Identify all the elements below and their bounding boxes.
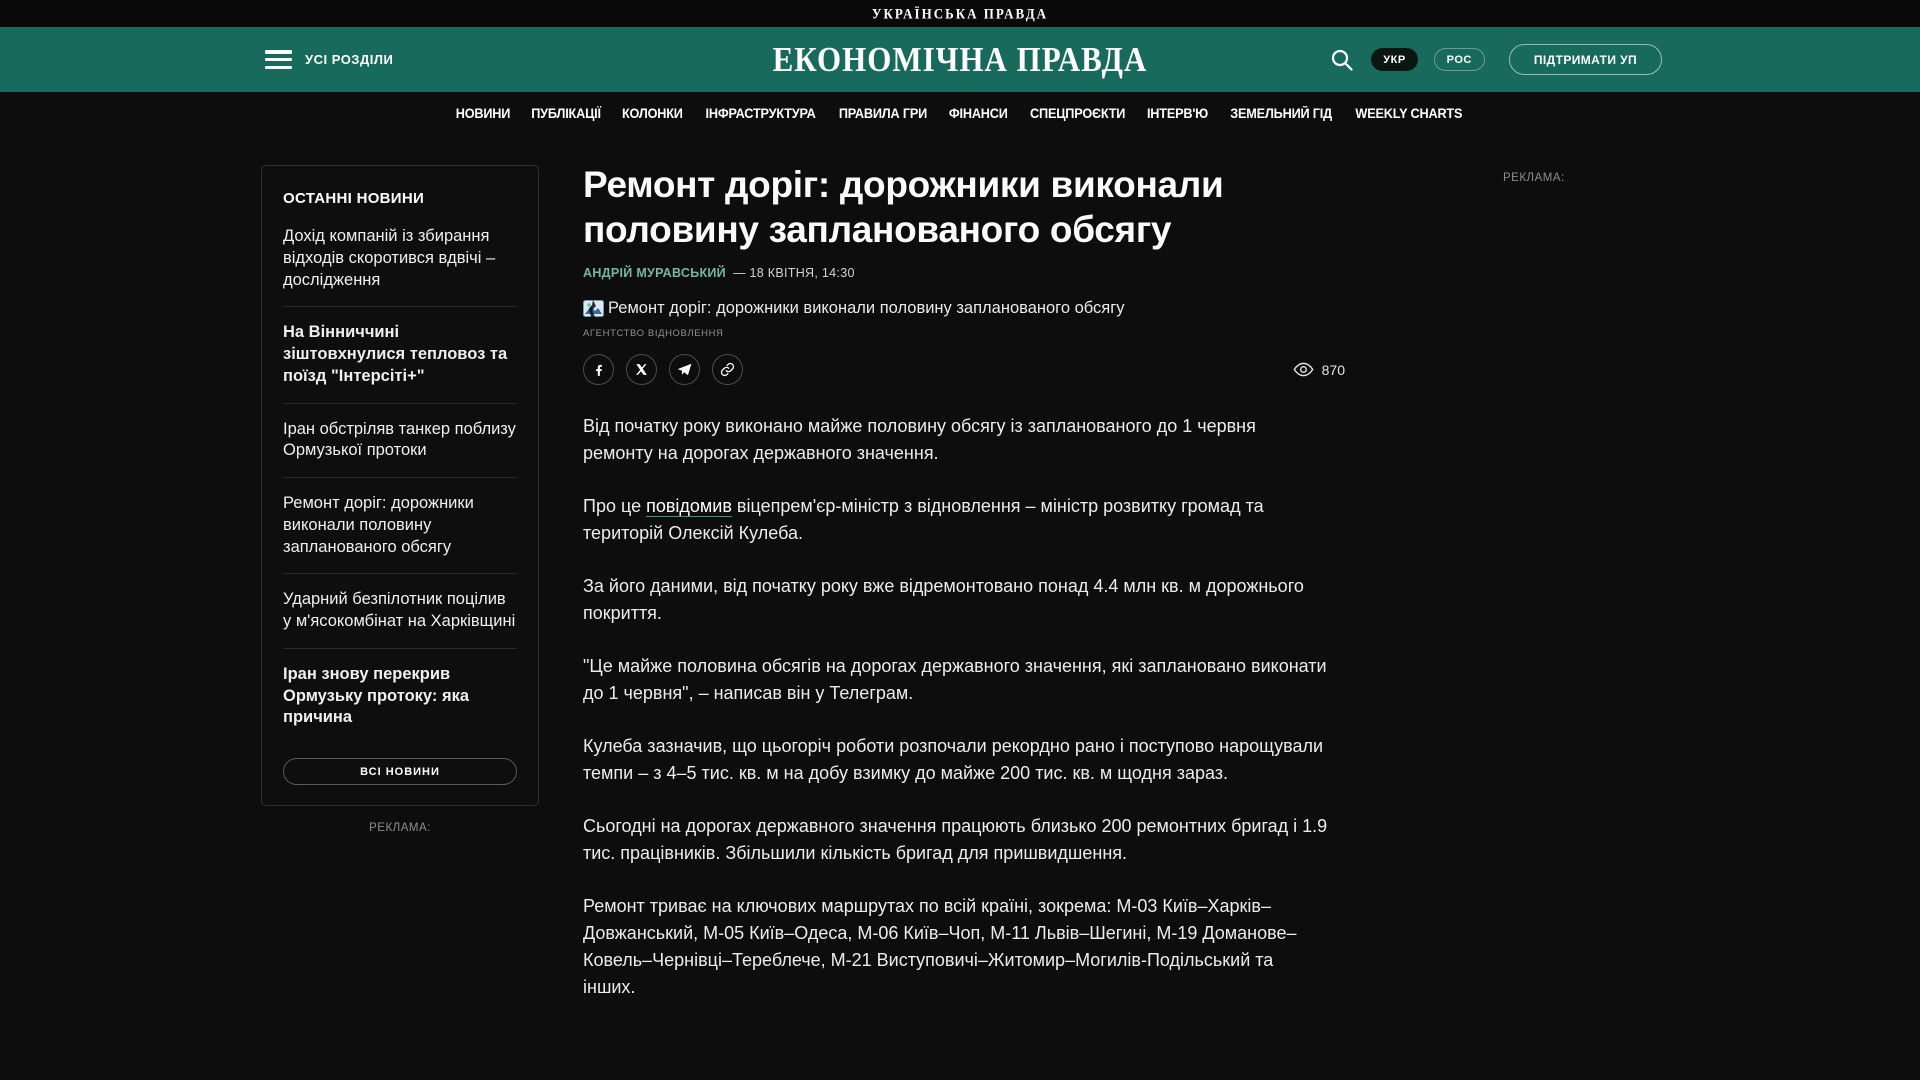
nav-item[interactable]: ПУБЛІКАЦІЇ xyxy=(531,106,601,121)
eye-icon xyxy=(1293,362,1314,377)
view-counter: 870 xyxy=(1293,362,1345,378)
ad-label-right: РЕКЛАМА: xyxy=(1503,172,1565,184)
nav-item[interactable]: ЗЕМЕЛЬНИЙ ГІД xyxy=(1230,106,1332,121)
sidebar-news-item[interactable]: Ремонт доріг: дорожники виконали половин… xyxy=(283,478,517,573)
search-button[interactable] xyxy=(1329,47,1355,73)
byline: АНДРІЙ МУРАВСЬКИЙ — 18 КВІТНЯ, 14:30 xyxy=(583,266,1345,280)
link-icon xyxy=(720,362,735,377)
publish-date: — 18 КВІТНЯ, 14:30 xyxy=(732,266,855,281)
article-figure: Ремонт доріг: дорожники виконали половин… xyxy=(583,299,1345,318)
lang-toggle-ukr[interactable]: УКР xyxy=(1371,48,1418,71)
sidebar-news-item[interactable]: Ударний безпілотник поцілив у м'ясокомбі… xyxy=(283,574,517,648)
author-link[interactable]: АНДРІЙ МУРАВСЬКИЙ xyxy=(583,266,726,280)
nav-item[interactable]: НОВИНИ xyxy=(456,106,511,121)
article-paragraph: Сьогодні на дорогах державного значення … xyxy=(583,816,1328,864)
x-share-button[interactable] xyxy=(626,354,657,386)
nav-item[interactable]: WEEKLY CHARTS xyxy=(1355,106,1462,121)
nav-item[interactable]: СПЕЦПРОЄКТИ xyxy=(1030,106,1125,121)
telegram-icon xyxy=(677,363,692,377)
article-paragraph: "Це майже половина обсягів на дорогах де… xyxy=(583,656,1327,704)
article-title: Ремонт доріг: дорожники виконали половин… xyxy=(583,164,1224,251)
nav-item[interactable]: ПРАВИЛА ГРИ xyxy=(839,106,927,121)
article-body: Від початку року виконано майже половину… xyxy=(583,413,1328,1001)
sidebar-news-item[interactable]: На Вінниччині зіштовхнулися тепловоз та … xyxy=(283,307,517,402)
nav-item[interactable]: ІНТЕРВ'Ю xyxy=(1147,106,1208,121)
broken-image-icon xyxy=(583,300,604,318)
sidebar-title: ОСТАННІ НОВИНИ xyxy=(283,190,425,207)
nav-item[interactable]: ІНФРАСТРУКТУРА xyxy=(705,106,815,121)
article: Ремонт доріг: дорожники виконали половин… xyxy=(583,162,1345,1027)
article-paragraph: Від початку року виконано майже половину… xyxy=(583,416,1256,464)
x-icon xyxy=(635,363,648,376)
article-paragraph: Кулеба зазначив, що цьогоріч роботи розп… xyxy=(583,736,1324,784)
image-caption: АГЕНТСТВО ВІДНОВЛЕННЯ xyxy=(583,328,724,340)
image-alt-text: Ремонт доріг: дорожники виконали половин… xyxy=(608,299,1125,318)
ekonomichna-pravda-logo[interactable]: ЕКОНОМІЧНА ПРАВДА xyxy=(773,39,1148,79)
search-icon xyxy=(1332,49,1353,71)
ukrainska-pravda-logo[interactable]: УКРАЇНСЬКА ПРАВДА xyxy=(872,4,1048,22)
support-up-button[interactable]: ПІДТРИМАТИ УП xyxy=(1508,44,1662,75)
site-header: УСІ РОЗДІЛИ ЕКОНОМІЧНА ПРАВДА УКР РОС ПІ… xyxy=(0,27,1920,92)
main-nav: НОВИНИ ПУБЛІКАЦІЇ КОЛОНКИ ІНФРАСТРУКТУРА ПРА… xyxy=(0,92,1920,134)
sidebar-news-item[interactable]: Іран знову перекрив Ормузьку протоку: як… xyxy=(283,649,517,744)
facebook-icon xyxy=(592,363,606,377)
top-bar: УКРАЇНСЬКА ПРАВДА xyxy=(0,0,1920,27)
article-paragraph: Ремонт триває на ключових маршрутах по в… xyxy=(583,896,1297,998)
sidebar-news-item[interactable]: Дохід компаній із збирання відходів скор… xyxy=(283,211,517,306)
share-row: 870 xyxy=(583,354,1345,386)
share-icons xyxy=(583,354,743,386)
facebook-share-button[interactable] xyxy=(583,354,614,386)
view-count: 870 xyxy=(1321,361,1345,378)
sidebar-news-list: Дохід компаній із збирання відходів скор… xyxy=(283,211,517,744)
nav-item[interactable]: ФІНАНСИ xyxy=(949,106,1008,121)
link-share-button[interactable] xyxy=(712,354,743,386)
article-paragraph: За його даними, від початку року вже від… xyxy=(583,576,1304,624)
lang-toggle-ros[interactable]: РОС xyxy=(1433,48,1485,71)
telegram-share-button[interactable] xyxy=(669,354,700,386)
nav-item[interactable]: КОЛОНКИ xyxy=(622,106,683,121)
article-paragraph: Про це повідомив віцепрем'єр-міністр з в… xyxy=(583,496,1264,544)
latest-news-sidebar: ОСТАННІ НОВИНИ Дохід компаній із збиранн… xyxy=(261,165,539,807)
inline-source-link[interactable]: повідомив xyxy=(646,496,732,518)
header-controls: УКР РОС ПІДТРИМАТИ УП xyxy=(1329,27,1662,92)
sidebar-news-item[interactable]: Іран обстріляв танкер поблизу Ормузької … xyxy=(283,404,517,478)
ad-label-left: РЕКЛАМА: xyxy=(369,822,431,834)
all-news-button[interactable]: ВСІ НОВИНИ xyxy=(283,758,517,786)
